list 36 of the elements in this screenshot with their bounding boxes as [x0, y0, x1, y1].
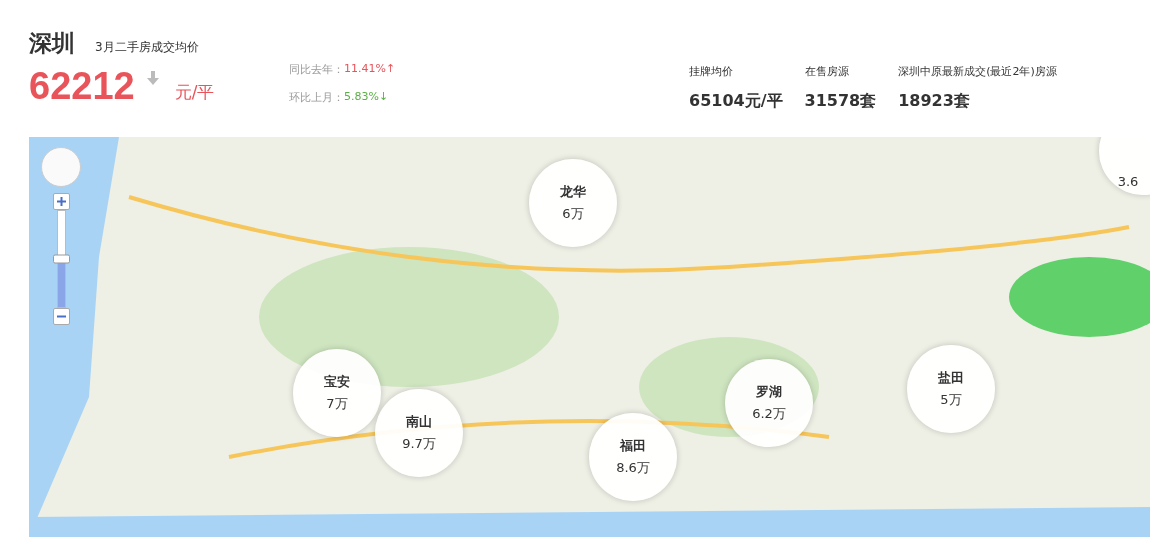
- subtitle: 3月二手房成交均价: [95, 39, 199, 56]
- district-name: 盐田: [938, 369, 964, 387]
- down-arrow-icon: [146, 71, 159, 85]
- district-name: 福田: [620, 437, 646, 455]
- district-price: 7万: [326, 395, 348, 413]
- zoom-handle[interactable]: [52, 254, 70, 264]
- price-unit: 元/平: [174, 81, 215, 104]
- map-placeholder[interactable]: 3.6 龙华 6万 宝安 7万 南山 9.7万 福田 8.6万 罗湖 6.2万 盐田 5万: [29, 137, 1150, 537]
- change-value: 11.41%↑: [344, 62, 396, 77]
- district-price: 6万: [562, 205, 584, 223]
- change-label: 同比去年：: [289, 62, 344, 77]
- district-marker[interactable]: 盐田 5万: [907, 345, 995, 433]
- stat-label: 在售房源: [804, 64, 850, 79]
- district-price: 5万: [940, 391, 962, 409]
- change-value: 5.83%↓: [344, 90, 389, 105]
- district-marker[interactable]: 南山 9.7万: [375, 389, 463, 477]
- district-name: 宝安: [324, 373, 350, 391]
- district-name: 龙华: [560, 183, 586, 201]
- district-marker[interactable]: 龙华 6万: [529, 159, 617, 247]
- change-label: 环比上月：: [289, 90, 344, 105]
- plus-icon: [56, 197, 66, 206]
- average-price: 62212: [29, 65, 135, 108]
- district-price: 6.2万: [752, 405, 786, 423]
- stat-label: 挂牌均价: [689, 64, 734, 79]
- district-price: 9.7万: [402, 435, 436, 453]
- district-marker[interactable]: 3.6: [1099, 137, 1150, 195]
- district-price: 8.6万: [616, 459, 650, 477]
- city-title: 深圳: [29, 29, 75, 58]
- district-name: 罗湖: [756, 383, 782, 401]
- stat-label: 深圳中原最新成交(最近2年)房源: [898, 64, 1057, 79]
- stat-value: 31578套: [804, 91, 877, 112]
- district-name: 南山: [406, 413, 432, 431]
- district-marker[interactable]: 福田 8.6万: [589, 413, 677, 501]
- stat-value: 65104元/平: [689, 91, 783, 112]
- stat-value: 18923套: [898, 91, 971, 112]
- district-price: 3.6: [1117, 173, 1139, 189]
